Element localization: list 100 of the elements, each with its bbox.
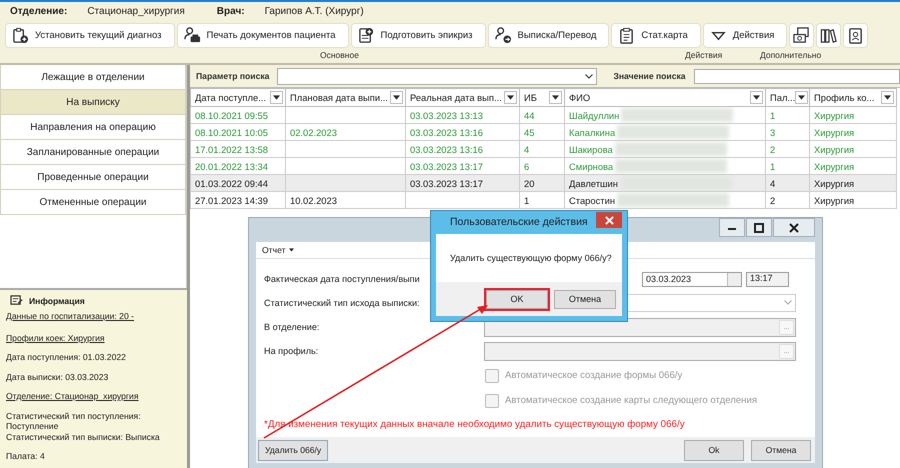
info-text: Дата выписки: 03.03.2023 xyxy=(6,372,108,382)
table-row[interactable]: 01.03.2022 09:44 03.03.2023 13:17 20 Давлетшин 4 Хирургия xyxy=(190,174,896,192)
sidebar-item[interactable]: Запланированные операции xyxy=(0,139,186,165)
table-cell: Капалкина xyxy=(564,124,766,140)
filter-dropdown-icon[interactable] xyxy=(549,91,562,104)
delete-form-button[interactable]: Удалить 066/у xyxy=(258,440,328,460)
person-printer-icon xyxy=(184,27,200,44)
group-label: Действия xyxy=(685,50,722,60)
checkbox-label: Автоматическое создание карты следующего отделения xyxy=(505,395,758,406)
search-value-label: Значение поиска xyxy=(613,71,686,81)
table-cell: 3 xyxy=(766,124,810,140)
document-plus-icon xyxy=(358,27,375,44)
filter-dropdown-icon[interactable] xyxy=(881,91,894,104)
info-link[interactable]: Отделение: Стационар_хирургия xyxy=(6,391,138,402)
sidebar-item[interactable]: Отмененные операции xyxy=(0,189,186,215)
sidebar-item[interactable]: Проведенные операции xyxy=(0,164,186,190)
cancel-button[interactable]: Отмена xyxy=(554,290,616,308)
filter-dropdown-icon[interactable] xyxy=(504,91,517,104)
dialog-title: Пользовательские действия xyxy=(449,215,588,228)
table-cell: 03.03.2023 13:13 xyxy=(406,106,520,124)
sidebar-item[interactable]: Направления на операцию xyxy=(0,114,186,140)
chevron-down-icon xyxy=(585,74,594,78)
banknotes-icon xyxy=(793,27,810,44)
caret-icon xyxy=(288,248,294,252)
table-cell: 08.10.2021 09:55 xyxy=(190,106,286,124)
person-arrow-icon xyxy=(494,27,512,44)
clipboard-plus-icon xyxy=(12,27,29,44)
table-cell: Хирургия xyxy=(810,192,896,208)
column-header[interactable]: Дата поступле... xyxy=(190,88,286,106)
table-cell: Хирургия xyxy=(810,174,896,192)
report-menu[interactable]: Отчет xyxy=(258,245,298,255)
field-label: Статистический тип исхода выписки: xyxy=(264,298,421,308)
toolbar-icon-button[interactable] xyxy=(789,23,814,48)
group-label: Дополнительно xyxy=(760,50,822,60)
toolbar-button[interactable]: Печать документов пациента xyxy=(176,23,349,48)
toolbar-button[interactable]: Стат.карта xyxy=(611,23,701,48)
sidebar-item[interactable]: На выписку xyxy=(0,89,186,115)
warning-text: *Для изменения текущих данных вначале необходимо удалить существующую форму 066/у xyxy=(264,419,686,430)
column-header[interactable]: Плановая дата выпи... xyxy=(286,88,406,106)
table-cell: 03.03.2023 13:17 xyxy=(406,174,520,192)
table-cell: 03.03.2023 13:16 xyxy=(406,124,520,140)
table-cell: 4 xyxy=(520,140,564,158)
toolbar-button[interactable]: Подготовить эпикриз xyxy=(350,23,486,48)
cancel-button[interactable]: Отмена xyxy=(751,440,811,460)
field-label: В отделение: xyxy=(264,322,320,332)
table-cell: Хирургия xyxy=(810,124,896,140)
confirm-message: Удалить существующую форму 066/у? xyxy=(436,234,622,282)
toolbar-button[interactable]: Установить текущий диагноз xyxy=(5,23,174,48)
table-row[interactable]: 27.01.2023 14:39 10.02.2023 1 Старостин 2 Хирургия xyxy=(190,192,896,208)
info-text: Статистический тип поступления: Поступление xyxy=(6,410,142,432)
filter-dropdown-icon[interactable] xyxy=(270,91,283,104)
close-icon[interactable] xyxy=(773,218,815,237)
date-field[interactable]: 03.03.2023 xyxy=(642,272,742,286)
table-cell: Давлетшин xyxy=(564,174,766,192)
field-label: Фактическая дата поступления/выпи xyxy=(264,274,420,284)
maximize-icon[interactable] xyxy=(746,218,772,237)
table-row[interactable]: 08.10.2021 10:05 02.02.2023 03.03.2023 13:16 45 Капалкина 3 Хирургия xyxy=(190,124,896,140)
ok-button[interactable]: OK xyxy=(486,290,548,308)
column-header[interactable]: ИБ xyxy=(520,88,564,106)
filter-dropdown-icon[interactable] xyxy=(390,91,403,104)
field-label: На профиль: xyxy=(264,346,320,356)
info-title: Информация xyxy=(29,296,85,306)
table-cell: 08.10.2021 10:05 xyxy=(190,124,286,140)
table-cell: Старостин xyxy=(564,192,766,208)
time-field[interactable]: 13:17 xyxy=(746,272,789,286)
id-badge-icon xyxy=(847,27,864,44)
toolbar-icon-button[interactable] xyxy=(816,23,842,48)
info-link[interactable]: Профили коек: Хирургия xyxy=(6,332,105,343)
toolbar-icon-button[interactable] xyxy=(843,23,868,48)
toolbar-button[interactable]: Выписка/Перевод xyxy=(488,23,610,48)
info-link[interactable]: Данные по госпитализации: 20 - xyxy=(6,311,134,322)
filter-dropdown-icon[interactable] xyxy=(795,91,808,104)
table-cell: 44 xyxy=(520,106,564,124)
table-cell: 02.02.2023 xyxy=(286,124,406,140)
ok-button[interactable]: Ok xyxy=(684,440,744,460)
table-row[interactable]: 08.10.2021 09:55 03.03.2023 13:13 44 Шайдуллин 1 Хирургия xyxy=(190,106,896,124)
table-cell: 10.02.2023 xyxy=(286,192,406,208)
column-header[interactable]: Реальная дата вып... xyxy=(406,88,520,106)
sidebar-item[interactable]: Лежащие в отделении xyxy=(0,64,186,90)
table-cell: 17.01.2022 13:58 xyxy=(190,140,286,158)
table-cell: 45 xyxy=(520,124,564,140)
filter-dropdown-icon[interactable] xyxy=(750,91,763,104)
column-header[interactable]: Пал... xyxy=(766,88,810,106)
table-cell: Смирнова xyxy=(564,158,766,174)
doctor-name: Гарипов А.Т. (Хирург) xyxy=(264,6,364,17)
table-row[interactable]: 17.01.2022 13:58 03.03.2023 13:16 4 Шакирова 2 Хирургия xyxy=(190,140,896,158)
table-cell: 2 xyxy=(766,192,810,208)
checkbox-label: Автоматическое создание формы 066/у xyxy=(505,370,682,381)
table-cell: 03.03.2023 13:16 xyxy=(406,140,520,158)
column-header[interactable]: ФИО xyxy=(564,88,766,106)
search-value-field[interactable] xyxy=(694,68,900,84)
clipboard-icon xyxy=(618,27,636,44)
books-icon xyxy=(820,27,838,44)
table-cell: Хирургия xyxy=(810,106,896,124)
column-header[interactable]: Профиль ко... xyxy=(810,88,896,106)
chevron-down-icon xyxy=(784,300,792,305)
minimize-icon[interactable] xyxy=(719,218,745,237)
toolbar-button[interactable]: Действия xyxy=(702,23,788,48)
doctor-label: Врач: xyxy=(216,6,245,17)
department-name: Стационар_хирургия xyxy=(87,6,185,17)
